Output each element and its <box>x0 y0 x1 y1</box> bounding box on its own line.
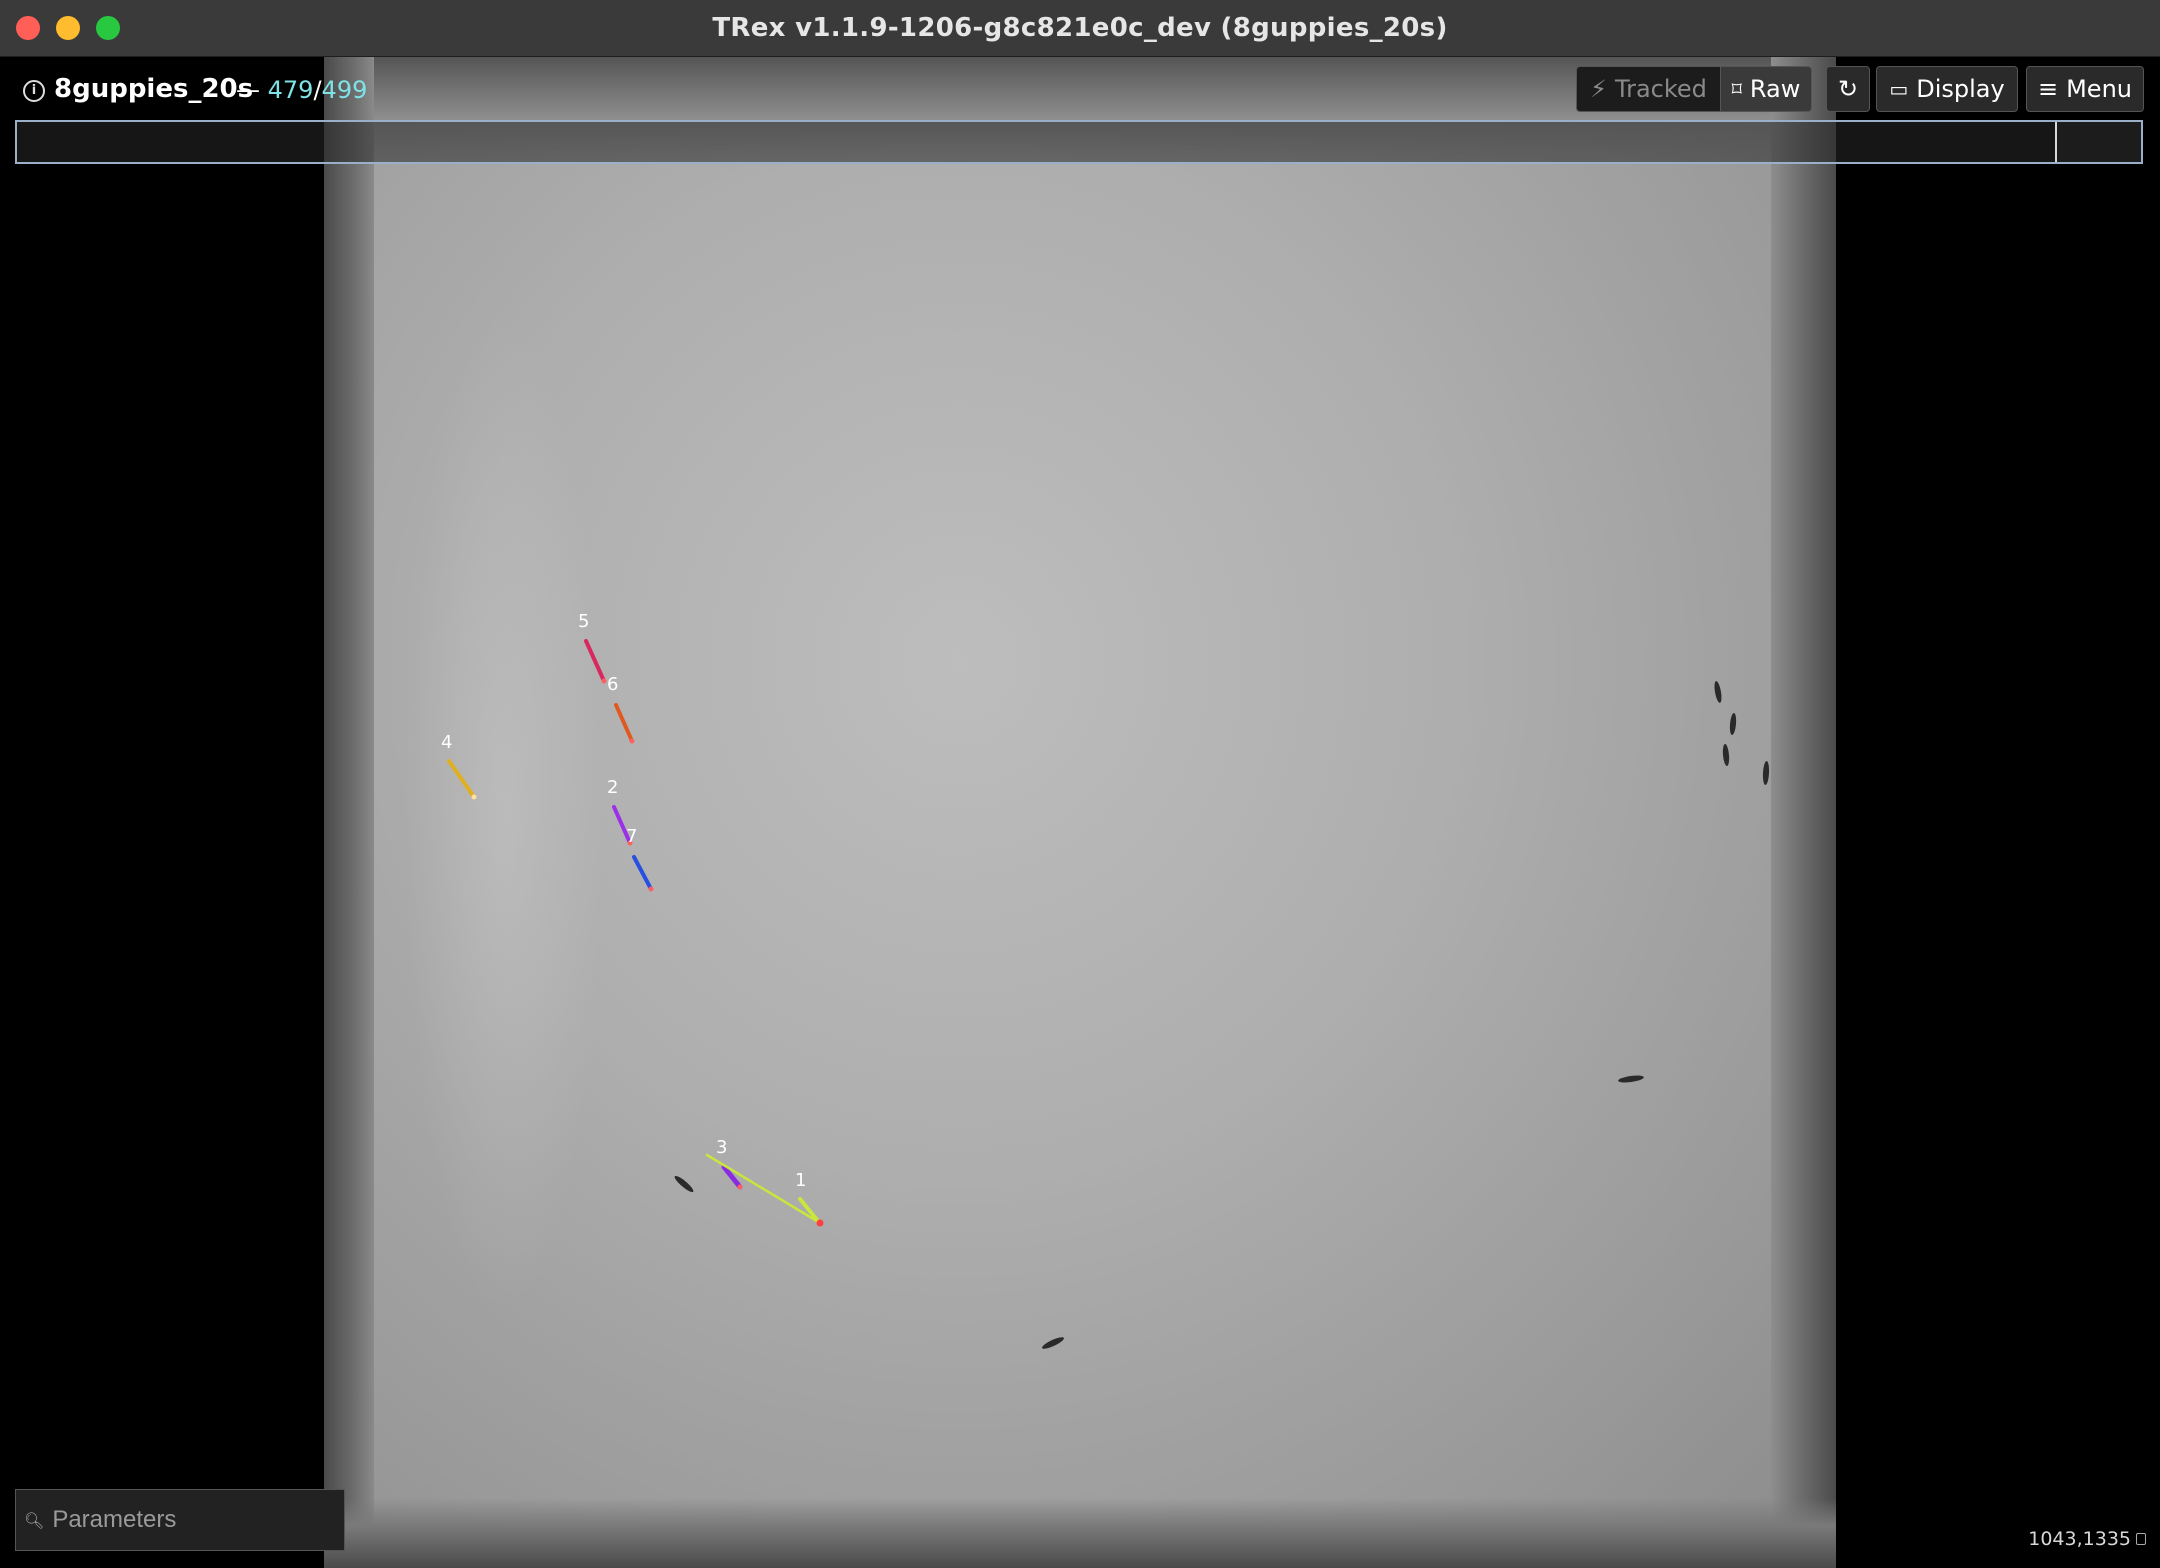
fish-trail <box>584 639 606 683</box>
window-title: TRex v1.1.9-1206-g8c821e0c_dev (8guppies… <box>712 13 1448 43</box>
title-bar: TRex v1.1.9-1206-g8c821e0c_dev (8guppies… <box>0 0 2160 57</box>
untracked-fish <box>1729 713 1737 735</box>
menu-label: Menu <box>2066 75 2132 103</box>
fish-track[interactable]: 7 <box>626 826 654 892</box>
command-bar-aux[interactable] <box>2055 122 2141 162</box>
reload-icon: ↻ <box>1837 75 1859 103</box>
maximize-window-button[interactable] <box>96 16 120 40</box>
current-frame: 479 <box>267 76 314 104</box>
reload-button[interactable]: ↻ <box>1826 66 1870 112</box>
fish-id-label: 6 <box>607 674 618 695</box>
command-bar[interactable] <box>15 120 2143 164</box>
tracking-overlay: 5 6 4 2 7 3 1 <box>441 611 1770 1349</box>
fish-track[interactable]: 5 <box>578 611 607 684</box>
fish-track[interactable]: 4 <box>441 732 477 800</box>
tracked-label: Tracked <box>1614 75 1707 103</box>
fish-head <box>816 1219 824 1227</box>
fish-id-label: 2 <box>607 777 618 798</box>
frame-counter: — 479/499 <box>236 76 367 104</box>
close-window-button[interactable] <box>16 16 40 40</box>
untracked-fish <box>1762 761 1770 785</box>
untracked-fish <box>1722 744 1730 766</box>
fish-head <box>648 886 654 892</box>
fish-trail <box>632 855 653 891</box>
video-name: 8guppies_20s <box>54 74 254 104</box>
cursor-coordinates: 1043,1335 <box>2028 1528 2146 1550</box>
raw-icon: ⌑ <box>1731 77 1742 101</box>
fish-id-label: 4 <box>441 732 452 753</box>
untracked-fish <box>1618 1075 1644 1083</box>
fish-track[interactable]: 6 <box>607 674 635 744</box>
frame-slash: / <box>313 76 322 104</box>
workspace[interactable]: 5 6 4 2 7 3 1 <box>0 57 2160 1568</box>
raw-toggle-button[interactable]: ⌑ Raw <box>1720 66 1812 112</box>
total-frames: 499 <box>321 76 368 104</box>
parameters-search[interactable]: 🔍︎ <box>15 1489 345 1551</box>
bolt-icon: ⚡ <box>1590 75 1607 103</box>
coordinates-value: 1043,1335 <box>2028 1528 2131 1550</box>
monitor-icon: ▭ <box>1889 77 1909 101</box>
display-button[interactable]: ▭ Display <box>1876 66 2018 112</box>
info-icon[interactable]: i <box>23 80 45 102</box>
mouse-icon <box>2136 1533 2146 1545</box>
fish-id-label: 7 <box>626 826 637 847</box>
fish-head <box>471 794 477 800</box>
window-controls <box>16 16 120 40</box>
display-label: Display <box>1916 75 2005 103</box>
fish-id-label: 5 <box>578 611 589 632</box>
fish-trail <box>614 703 634 743</box>
fish-trail <box>447 759 476 799</box>
untracked-fish <box>1714 681 1722 703</box>
fish-id-label: 1 <box>795 1170 806 1191</box>
fish-id-label: 3 <box>716 1137 727 1158</box>
fish-head <box>737 1184 743 1190</box>
parameters-input[interactable] <box>50 1505 335 1535</box>
untracked-fish <box>674 1175 694 1193</box>
untracked-fish <box>1042 1337 1064 1349</box>
untracked-fish-group <box>674 681 1770 1349</box>
fish-head <box>629 738 635 744</box>
raw-label: Raw <box>1749 75 1801 103</box>
frame-separator: — <box>236 76 260 104</box>
tracked-toggle-button[interactable]: ⚡ Tracked <box>1576 66 1720 112</box>
command-input[interactable] <box>17 122 2057 162</box>
fish-track[interactable]: 1 <box>705 1153 824 1227</box>
minimize-window-button[interactable] <box>56 16 80 40</box>
fish-head <box>601 678 607 684</box>
search-icon: 🔍︎ <box>24 1510 45 1530</box>
menu-button[interactable]: ≡ Menu <box>2026 66 2144 112</box>
hamburger-icon: ≡ <box>2037 75 2059 103</box>
